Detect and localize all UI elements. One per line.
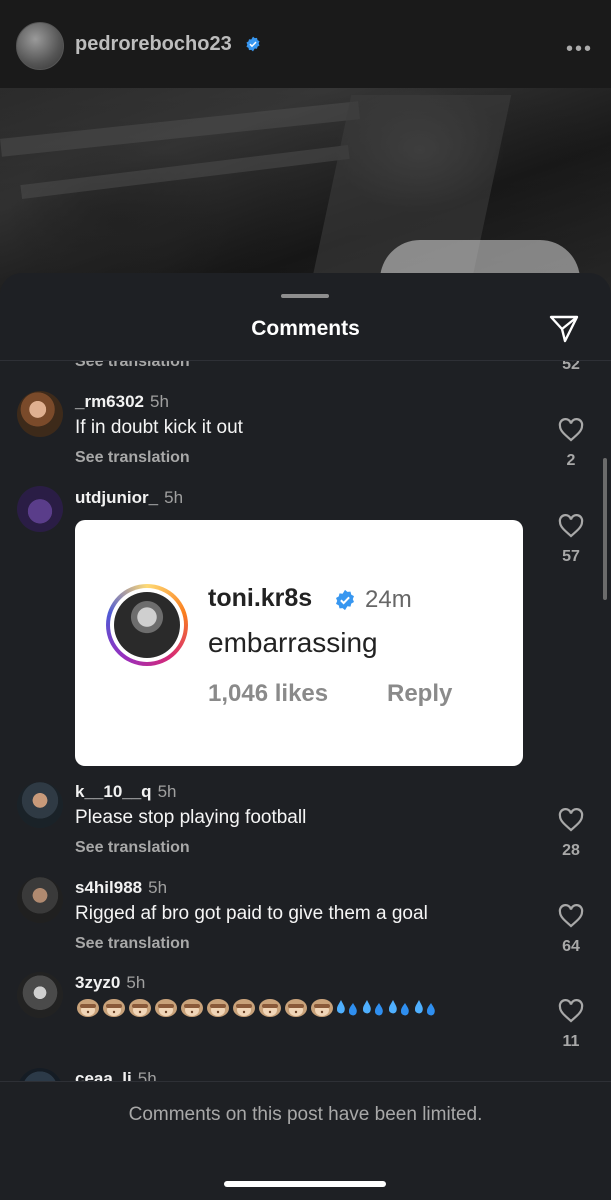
comment-username[interactable]: utdjunior_ 5h xyxy=(75,488,183,508)
see-translation-link[interactable]: See translation xyxy=(75,449,190,467)
username-text[interactable]: ceaa_li xyxy=(75,1069,132,1081)
verified-badge-icon xyxy=(246,36,260,52)
monkey-face-icon xyxy=(259,999,281,1017)
post-username[interactable]: pedrorebocho23 xyxy=(75,33,232,56)
comment-username[interactable]: k__10__q 5h xyxy=(75,782,177,802)
comment-time: 5h xyxy=(137,1069,157,1081)
comment-text: Please stop playing football xyxy=(75,807,307,828)
comment-text: Rigged af bro got paid to give them a go… xyxy=(75,903,428,924)
embed-likes: 1,046 likes xyxy=(208,680,329,707)
sweat-droplets-icon xyxy=(388,1000,409,1016)
comments-list[interactable]: See translation 52 _rm6302 5h If in doubt… xyxy=(0,361,611,1081)
post-header: pedrorebocho23 ••• xyxy=(0,0,611,88)
heart-icon[interactable] xyxy=(558,514,584,538)
embed-time: 24m xyxy=(365,586,412,613)
embed-username: toni.kr8s xyxy=(208,584,313,612)
avatar[interactable] xyxy=(17,391,63,437)
avatar[interactable] xyxy=(17,782,63,828)
comment-username[interactable]: s4hil988 5h xyxy=(75,878,167,898)
like-count: 52 xyxy=(562,361,580,373)
see-translation-link[interactable]: See translation xyxy=(75,839,190,857)
username-text[interactable]: _rm6302 xyxy=(75,392,144,411)
heart-icon[interactable] xyxy=(558,904,584,928)
comment-username[interactable]: 3zyz0 5h xyxy=(75,973,145,993)
comment-time: 5h xyxy=(164,488,184,507)
comment-text: If in doubt kick it out xyxy=(75,417,243,438)
like-count: 2 xyxy=(566,452,576,469)
avatar xyxy=(114,592,180,658)
embed-reply: Reply xyxy=(387,680,453,707)
username-text[interactable]: k__10__q xyxy=(75,782,152,801)
more-options-icon[interactable]: ••• xyxy=(566,38,593,61)
monkey-face-icon xyxy=(103,999,125,1017)
see-translation-link[interactable]: See translation xyxy=(75,361,190,371)
monkey-face-icon xyxy=(233,999,255,1017)
monkey-face-icon xyxy=(285,999,307,1017)
sweat-droplets-icon xyxy=(414,1000,435,1016)
heart-icon[interactable] xyxy=(558,999,584,1023)
drag-handle[interactable] xyxy=(281,294,329,298)
monkey-face-icon xyxy=(129,999,151,1017)
like-count: 57 xyxy=(562,548,580,565)
comment-username[interactable]: _rm6302 5h xyxy=(75,392,169,412)
heart-icon[interactable] xyxy=(558,808,584,832)
avatar[interactable] xyxy=(17,1068,63,1081)
sweat-droplets-icon xyxy=(362,1000,383,1016)
monkey-face-icon xyxy=(311,999,333,1017)
emoji-reaction-text xyxy=(75,997,439,1019)
comment-time: 5h xyxy=(157,782,177,801)
monkey-face-icon xyxy=(207,999,229,1017)
username-text[interactable]: s4hil988 xyxy=(75,878,142,897)
embedded-image[interactable]: toni.kr8s 24m embarrassing 1,046 likes R… xyxy=(75,520,523,766)
heart-icon[interactable] xyxy=(558,418,584,442)
username-text[interactable]: 3zyz0 xyxy=(75,973,120,992)
monkey-face-icon xyxy=(181,999,203,1017)
monkey-face-icon xyxy=(155,999,177,1017)
comments-limited-notice: Comments on this post have been limited. xyxy=(128,1104,483,1125)
avatar[interactable] xyxy=(17,877,63,923)
comment-time: 5h xyxy=(150,392,169,411)
username-text[interactable]: utdjunior_ xyxy=(75,488,158,507)
home-indicator[interactable] xyxy=(224,1181,386,1187)
like-count: 64 xyxy=(562,938,580,955)
see-translation-link[interactable]: See translation xyxy=(75,935,190,953)
verified-badge-icon xyxy=(336,589,354,611)
story-ring xyxy=(106,584,188,666)
scrollbar[interactable] xyxy=(603,458,607,600)
monkey-face-icon xyxy=(77,999,99,1017)
comment-username[interactable]: ceaa_li 5h xyxy=(75,1069,157,1081)
avatar[interactable] xyxy=(17,972,63,1018)
like-count: 28 xyxy=(562,842,580,859)
divider xyxy=(0,1081,611,1082)
like-count: 11 xyxy=(562,1033,580,1050)
embed-text: embarrassing xyxy=(208,627,378,658)
list-item: See translation 52 xyxy=(0,361,611,373)
share-send-icon[interactable] xyxy=(548,313,580,345)
sheet-title: Comments xyxy=(251,317,360,340)
avatar[interactable] xyxy=(17,486,63,532)
sweat-droplets-icon xyxy=(336,1000,357,1016)
comment-time: 5h xyxy=(148,878,168,897)
avatar[interactable] xyxy=(16,22,64,70)
comment-time: 5h xyxy=(126,973,146,992)
